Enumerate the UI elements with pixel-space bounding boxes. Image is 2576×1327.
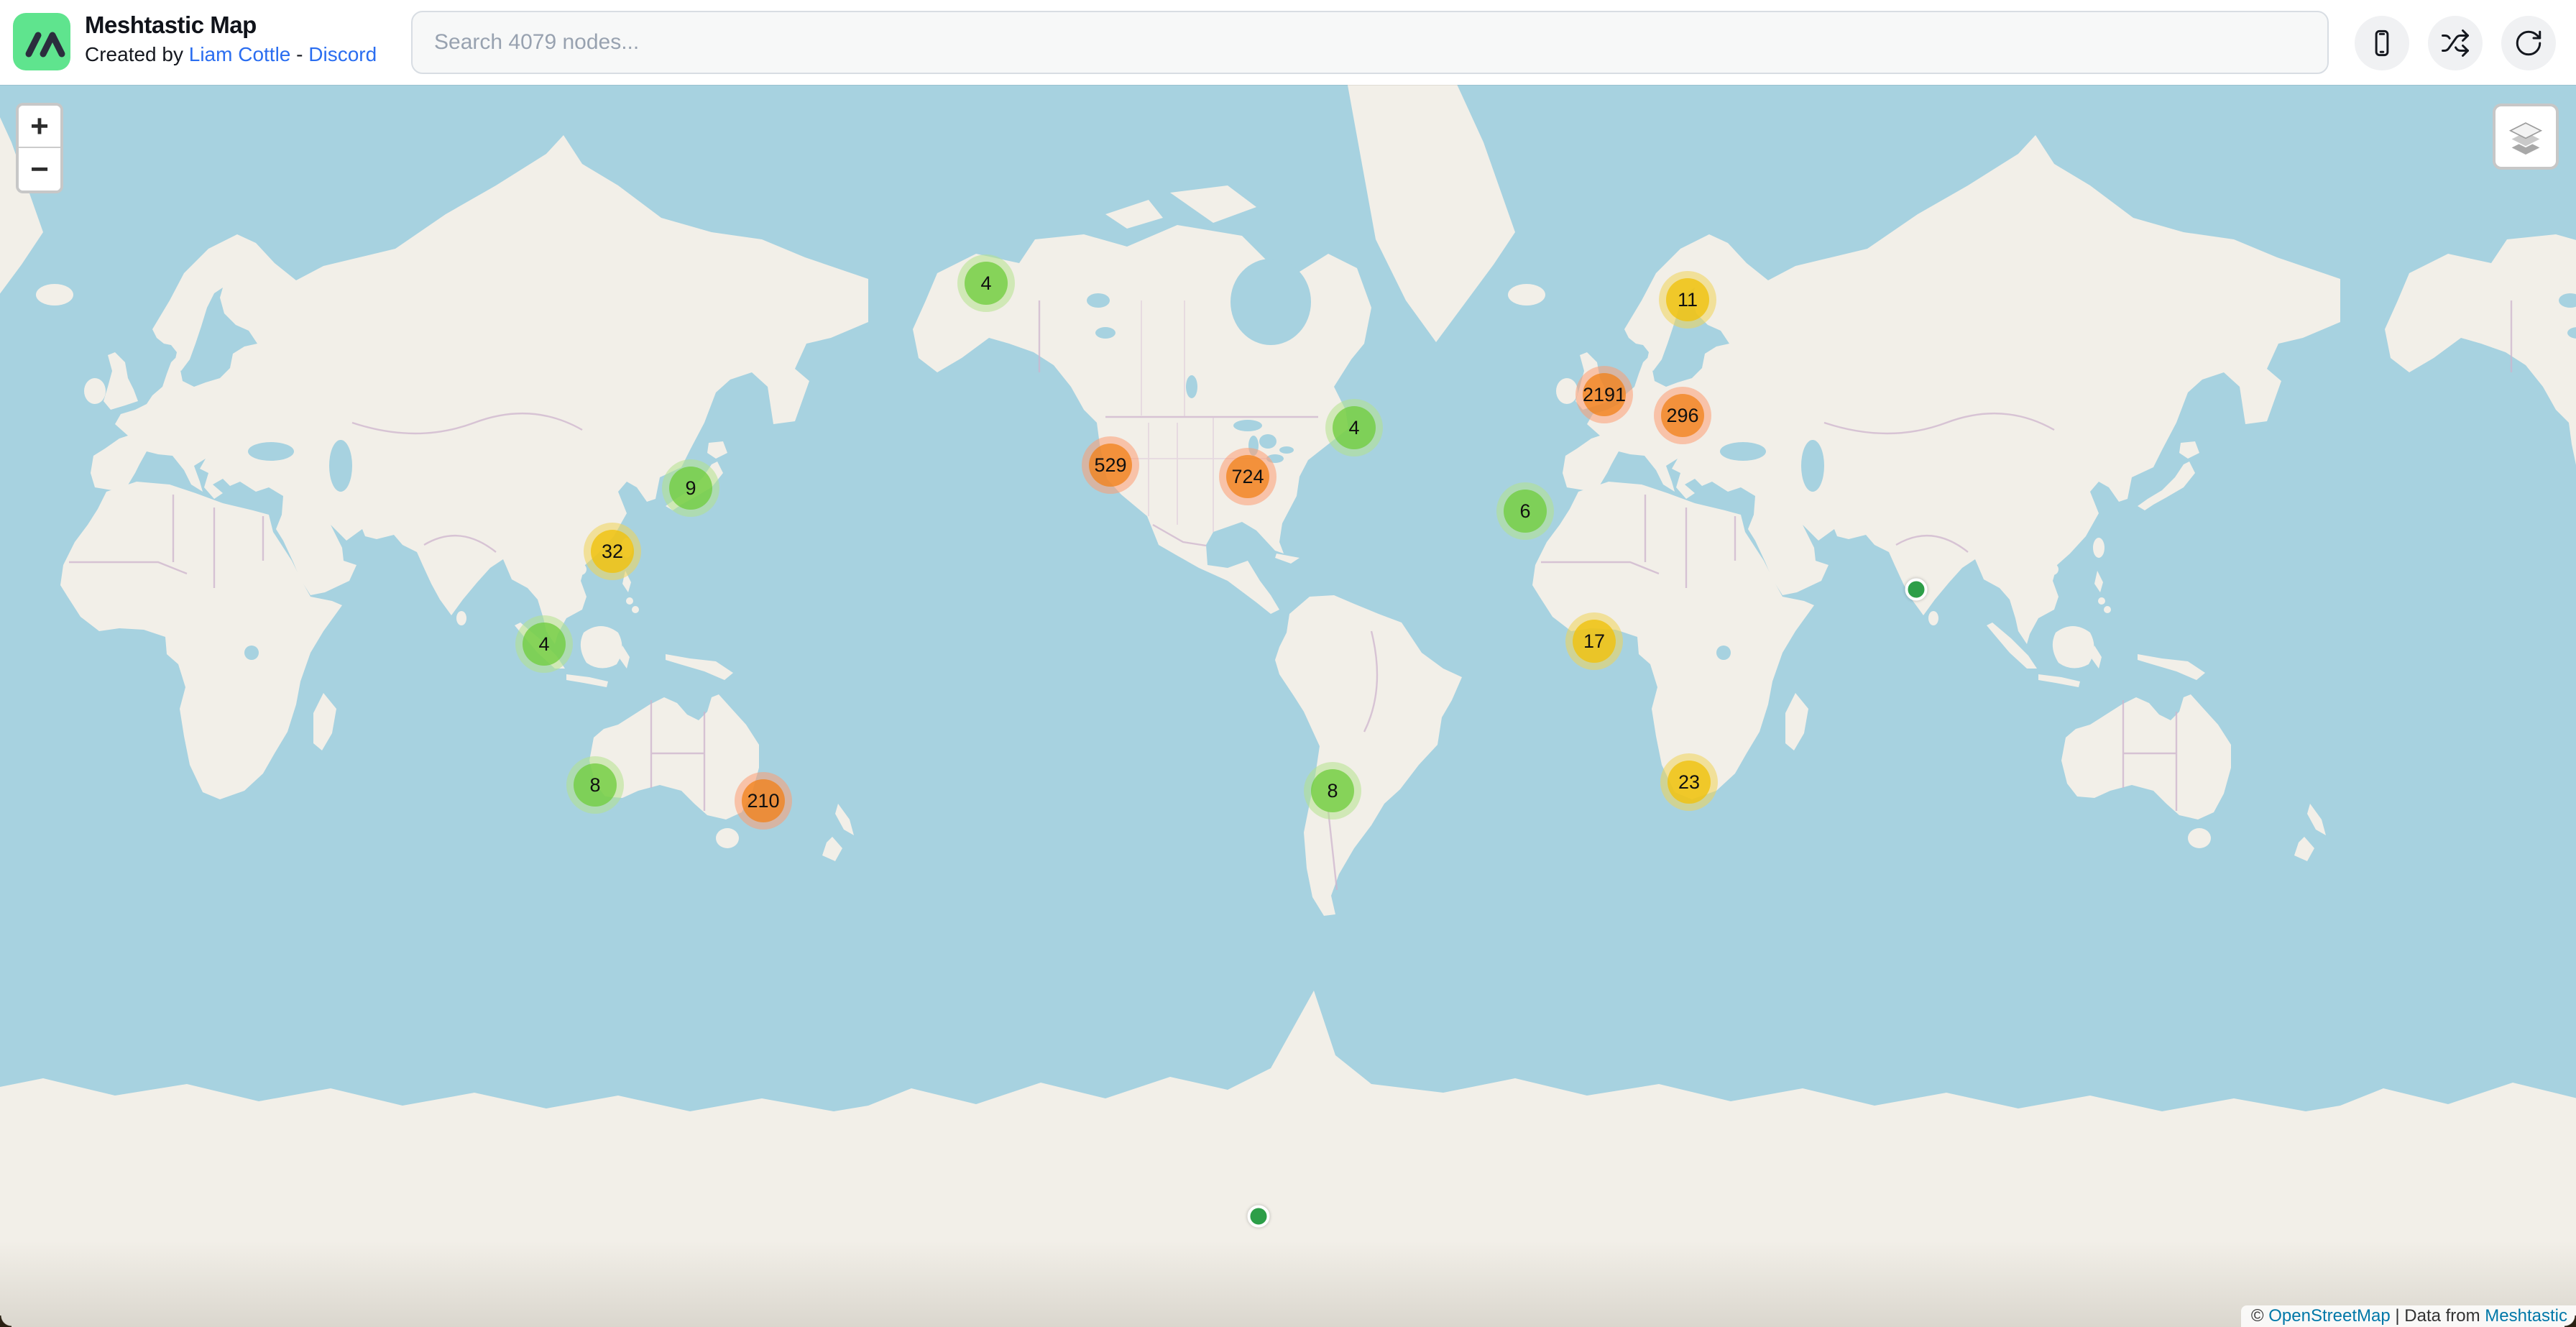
cluster-inner-circle: 2191 (1583, 373, 1626, 416)
cluster-marker[interactable]: 724 (1219, 448, 1276, 505)
cluster-marker[interactable]: 529 (1082, 436, 1139, 494)
cluster-marker[interactable]: 210 (735, 772, 792, 830)
cluster-marker[interactable]: 4 (957, 254, 1015, 312)
header-buttons (2355, 16, 2556, 70)
subtitle: Created by Liam Cottle - Discord (85, 40, 377, 69)
refresh-button[interactable] (2501, 16, 2556, 70)
node-marker[interactable] (1248, 1206, 1270, 1228)
cluster-count: 4 (980, 272, 991, 295)
cluster-count: 8 (589, 774, 600, 796)
cluster-marker[interactable]: 23 (1660, 753, 1718, 811)
cluster-inner-circle: 296 (1661, 394, 1704, 437)
map-canvas[interactable]: + − © OpenStreetMap | Data from Meshtast… (0, 85, 2576, 1327)
cluster-count: 724 (1231, 466, 1264, 488)
cluster-marker[interactable]: 17 (1565, 612, 1623, 670)
page-title: Meshtastic Map (85, 10, 377, 40)
author-link[interactable]: Liam Cottle (189, 43, 291, 65)
cluster-count: 8 (1327, 780, 1338, 802)
cluster-inner-circle: 9 (669, 467, 712, 510)
cluster-inner-circle: 4 (523, 623, 566, 666)
shuffle-icon (2440, 28, 2470, 58)
cluster-marker[interactable]: 11 (1659, 271, 1716, 329)
cluster-count: 4 (1348, 417, 1359, 439)
cluster-inner-circle: 4 (1333, 406, 1376, 449)
layers-control[interactable] (2493, 104, 2559, 170)
world-map (0, 85, 2576, 1327)
cluster-inner-circle: 17 (1573, 620, 1616, 663)
zoom-in-button[interactable]: + (19, 106, 60, 148)
cluster-count: 6 (1519, 500, 1530, 523)
cluster-inner-circle: 6 (1504, 490, 1547, 533)
cluster-inner-circle: 8 (574, 763, 617, 807)
cluster-count: 4 (538, 633, 549, 656)
attribution-separator: | Data from (2391, 1306, 2485, 1326)
meshtastic-logo-icon (13, 13, 70, 70)
discord-link[interactable]: Discord (308, 43, 377, 65)
smartphone-icon (2367, 28, 2397, 58)
subtitle-separator: - (296, 43, 303, 65)
refresh-icon (2513, 28, 2544, 58)
cluster-count: 32 (602, 541, 623, 563)
brand-block: Meshtastic Map Created by Liam Cottle - … (85, 10, 377, 69)
cluster-marker[interactable]: 296 (1654, 387, 1711, 444)
search-input[interactable] (411, 11, 2329, 74)
copyright-symbol: © (2251, 1306, 2268, 1326)
layers-icon (2507, 118, 2544, 155)
random-node-button[interactable] (2428, 16, 2483, 70)
cluster-inner-circle: 8 (1311, 769, 1354, 812)
cluster-count: 529 (1094, 454, 1126, 477)
cluster-marker[interactable]: 9 (662, 459, 719, 517)
cluster-count: 296 (1666, 405, 1698, 427)
cluster-count: 210 (747, 790, 779, 812)
cluster-marker[interactable]: 6 (1496, 482, 1554, 540)
cluster-marker[interactable]: 4 (515, 615, 573, 673)
openstreetmap-link[interactable]: OpenStreetMap (2268, 1306, 2390, 1326)
cluster-inner-circle: 32 (591, 530, 634, 573)
cluster-inner-circle: 724 (1226, 455, 1269, 498)
cluster-count: 11 (1678, 289, 1698, 311)
cluster-marker[interactable]: 2191 (1576, 366, 1633, 423)
cluster-marker[interactable]: 4 (1325, 399, 1383, 456)
search-bar (411, 11, 2329, 74)
cluster-marker[interactable]: 8 (566, 756, 624, 814)
meshtastic-link[interactable]: Meshtastic (2485, 1306, 2567, 1326)
zoom-control: + − (16, 103, 63, 193)
app-header: Meshtastic Map Created by Liam Cottle - … (0, 0, 2576, 85)
map-attribution: © OpenStreetMap | Data from Meshtastic (2241, 1305, 2576, 1327)
cluster-count: 2191 (1583, 384, 1626, 406)
cluster-inner-circle: 4 (965, 262, 1008, 305)
cluster-count: 23 (1678, 771, 1700, 794)
zoom-out-button[interactable]: − (19, 148, 60, 190)
cluster-marker[interactable]: 8 (1304, 762, 1361, 819)
node-marker[interactable] (1905, 579, 1928, 601)
cluster-count: 9 (685, 477, 696, 500)
cluster-inner-circle: 11 (1666, 278, 1709, 321)
cluster-marker[interactable]: 32 (584, 523, 641, 580)
cluster-inner-circle: 210 (742, 779, 785, 822)
cluster-inner-circle: 529 (1089, 444, 1132, 487)
mobile-app-button[interactable] (2355, 16, 2409, 70)
cluster-count: 17 (1583, 630, 1605, 653)
cluster-inner-circle: 23 (1668, 761, 1711, 804)
subtitle-prefix: Created by (85, 43, 183, 65)
